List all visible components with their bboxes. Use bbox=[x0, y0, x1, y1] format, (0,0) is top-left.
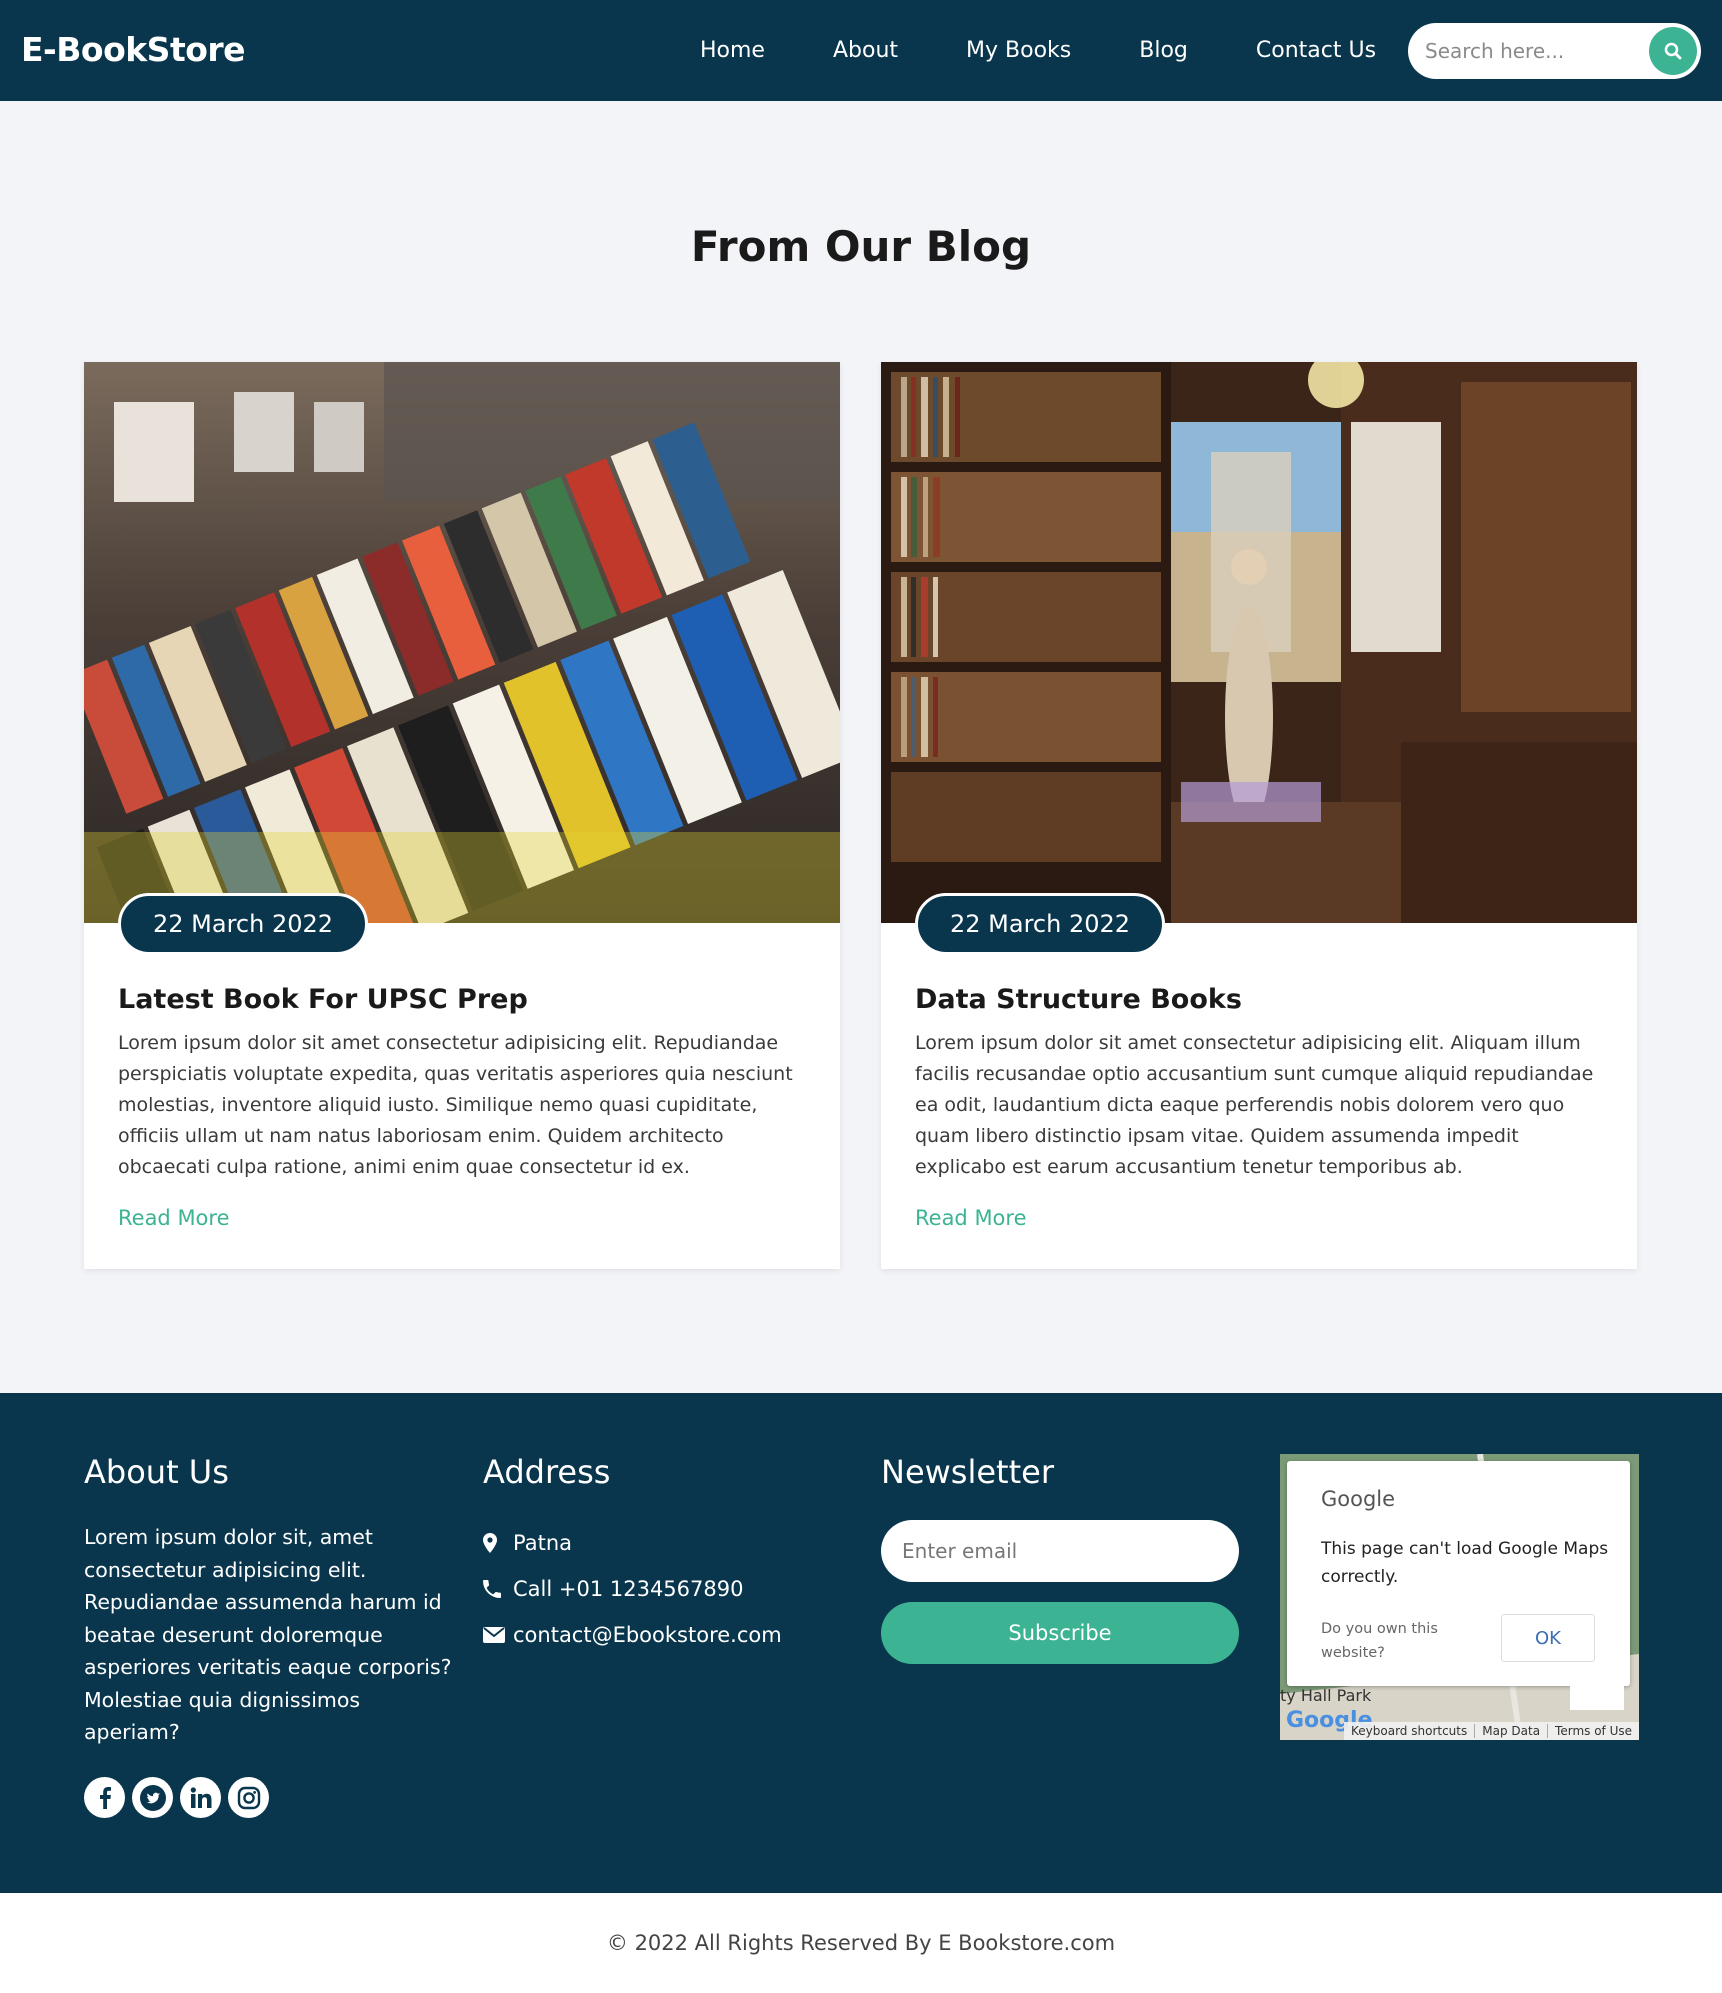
map-ok-button[interactable]: OK bbox=[1501, 1614, 1595, 1662]
post-excerpt: Lorem ipsum dolor sit amet consectetur a… bbox=[915, 1032, 1594, 1178]
date-badge: 22 March 2022 bbox=[118, 893, 369, 955]
map-dialog-title: Google bbox=[1321, 1487, 1396, 1511]
map-error-message: This page can't load Google Maps correct… bbox=[1321, 1539, 1609, 1587]
book-stall-photo bbox=[84, 362, 840, 923]
copyright-text: © 2022 All Rights Reserved By E Bookstor… bbox=[606, 1931, 1116, 1955]
phone-icon bbox=[483, 1580, 507, 1598]
envelope-icon bbox=[483, 1627, 507, 1643]
footer-about: About Us Lorem ipsum dolor sit, amet con… bbox=[84, 1453, 454, 1749]
subscribe-button[interactable]: Subscribe bbox=[881, 1602, 1239, 1664]
facebook-icon[interactable] bbox=[84, 1777, 125, 1818]
map-embed[interactable]: Google This page can't load Google Maps … bbox=[1280, 1454, 1639, 1740]
newsletter-email-input[interactable] bbox=[881, 1520, 1239, 1582]
section-title: From Our Blog bbox=[690, 222, 1032, 271]
map-place-label: ty Hall Park bbox=[1280, 1686, 1372, 1705]
nav-link-about[interactable]: About bbox=[833, 38, 898, 63]
blog-card: 22 March 2022 Data Structure Books Lorem… bbox=[881, 362, 1637, 1269]
address-city: Patna bbox=[483, 1531, 572, 1555]
footer-address: Address Patna Call +01 1234567890 contac… bbox=[483, 1453, 863, 1647]
footer: About Us Lorem ipsum dolor sit, amet con… bbox=[0, 1393, 1722, 1893]
address-phone: Call +01 1234567890 bbox=[483, 1577, 743, 1601]
search-input[interactable] bbox=[1408, 39, 1638, 63]
brand-logo[interactable]: E-BookStore bbox=[21, 30, 246, 69]
nav-link-contact-us[interactable]: Contact Us bbox=[1256, 38, 1376, 63]
navbar: E-BookStore Home About My Books Blog Con… bbox=[0, 0, 1722, 101]
nav-link-blog[interactable]: Blog bbox=[1139, 38, 1188, 63]
phone-text: Call +01 1234567890 bbox=[513, 1577, 744, 1601]
date-badge: 22 March 2022 bbox=[915, 893, 1166, 955]
instagram-icon[interactable] bbox=[228, 1777, 269, 1818]
keyboard-shortcuts-link[interactable]: Keyboard shortcuts bbox=[1344, 1724, 1474, 1738]
post-excerpt: Lorem ipsum dolor sit amet consectetur a… bbox=[118, 1032, 793, 1178]
twitter-icon[interactable] bbox=[132, 1777, 173, 1818]
nav-link-my-books[interactable]: My Books bbox=[966, 38, 1071, 63]
post-title[interactable]: Data Structure Books bbox=[915, 984, 1242, 1015]
map-marker-icon bbox=[483, 1533, 507, 1553]
city-text: Patna bbox=[513, 1531, 573, 1555]
blog-card: 22 March 2022 Latest Book For UPSC Prep … bbox=[84, 362, 840, 1269]
nav-links: Home About My Books Blog Contact Us bbox=[700, 0, 1376, 101]
email-text[interactable]: contact@Ebookstore.com bbox=[513, 1623, 782, 1647]
map-error-dialog: Google This page can't load Google Maps … bbox=[1287, 1461, 1630, 1686]
about-heading: About Us bbox=[84, 1453, 229, 1491]
nav-link-home[interactable]: Home bbox=[700, 38, 765, 63]
address-heading: Address bbox=[483, 1453, 611, 1491]
bookshop-interior-photo bbox=[881, 362, 1637, 923]
read-more-link[interactable]: Read More bbox=[915, 1206, 1027, 1230]
copyright-bar: © 2022 All Rights Reserved By E Bookstor… bbox=[0, 1893, 1722, 1993]
map-zoom-control[interactable] bbox=[1570, 1686, 1624, 1710]
newsletter-heading: Newsletter bbox=[881, 1453, 1054, 1491]
linkedin-icon[interactable] bbox=[180, 1777, 221, 1818]
post-title[interactable]: Latest Book For UPSC Prep bbox=[118, 984, 528, 1015]
search-box bbox=[1408, 23, 1701, 79]
search-button[interactable] bbox=[1649, 27, 1697, 75]
address-email: contact@Ebookstore.com bbox=[483, 1623, 782, 1647]
map-data-link[interactable]: Map Data bbox=[1474, 1724, 1547, 1738]
terms-of-use-link[interactable]: Terms of Use bbox=[1547, 1724, 1639, 1738]
search-icon bbox=[1664, 42, 1682, 60]
map-owner-question: Do you own this website? bbox=[1321, 1621, 1438, 1661]
map-attribution-bar: Keyboard shortcuts Map Data Terms of Use bbox=[1344, 1722, 1639, 1740]
social-links bbox=[84, 1777, 276, 1818]
read-more-link[interactable]: Read More bbox=[118, 1206, 230, 1230]
about-text: Lorem ipsum dolor sit, amet consectetur … bbox=[84, 1525, 452, 1744]
footer-newsletter: Newsletter bbox=[881, 1453, 1241, 1491]
